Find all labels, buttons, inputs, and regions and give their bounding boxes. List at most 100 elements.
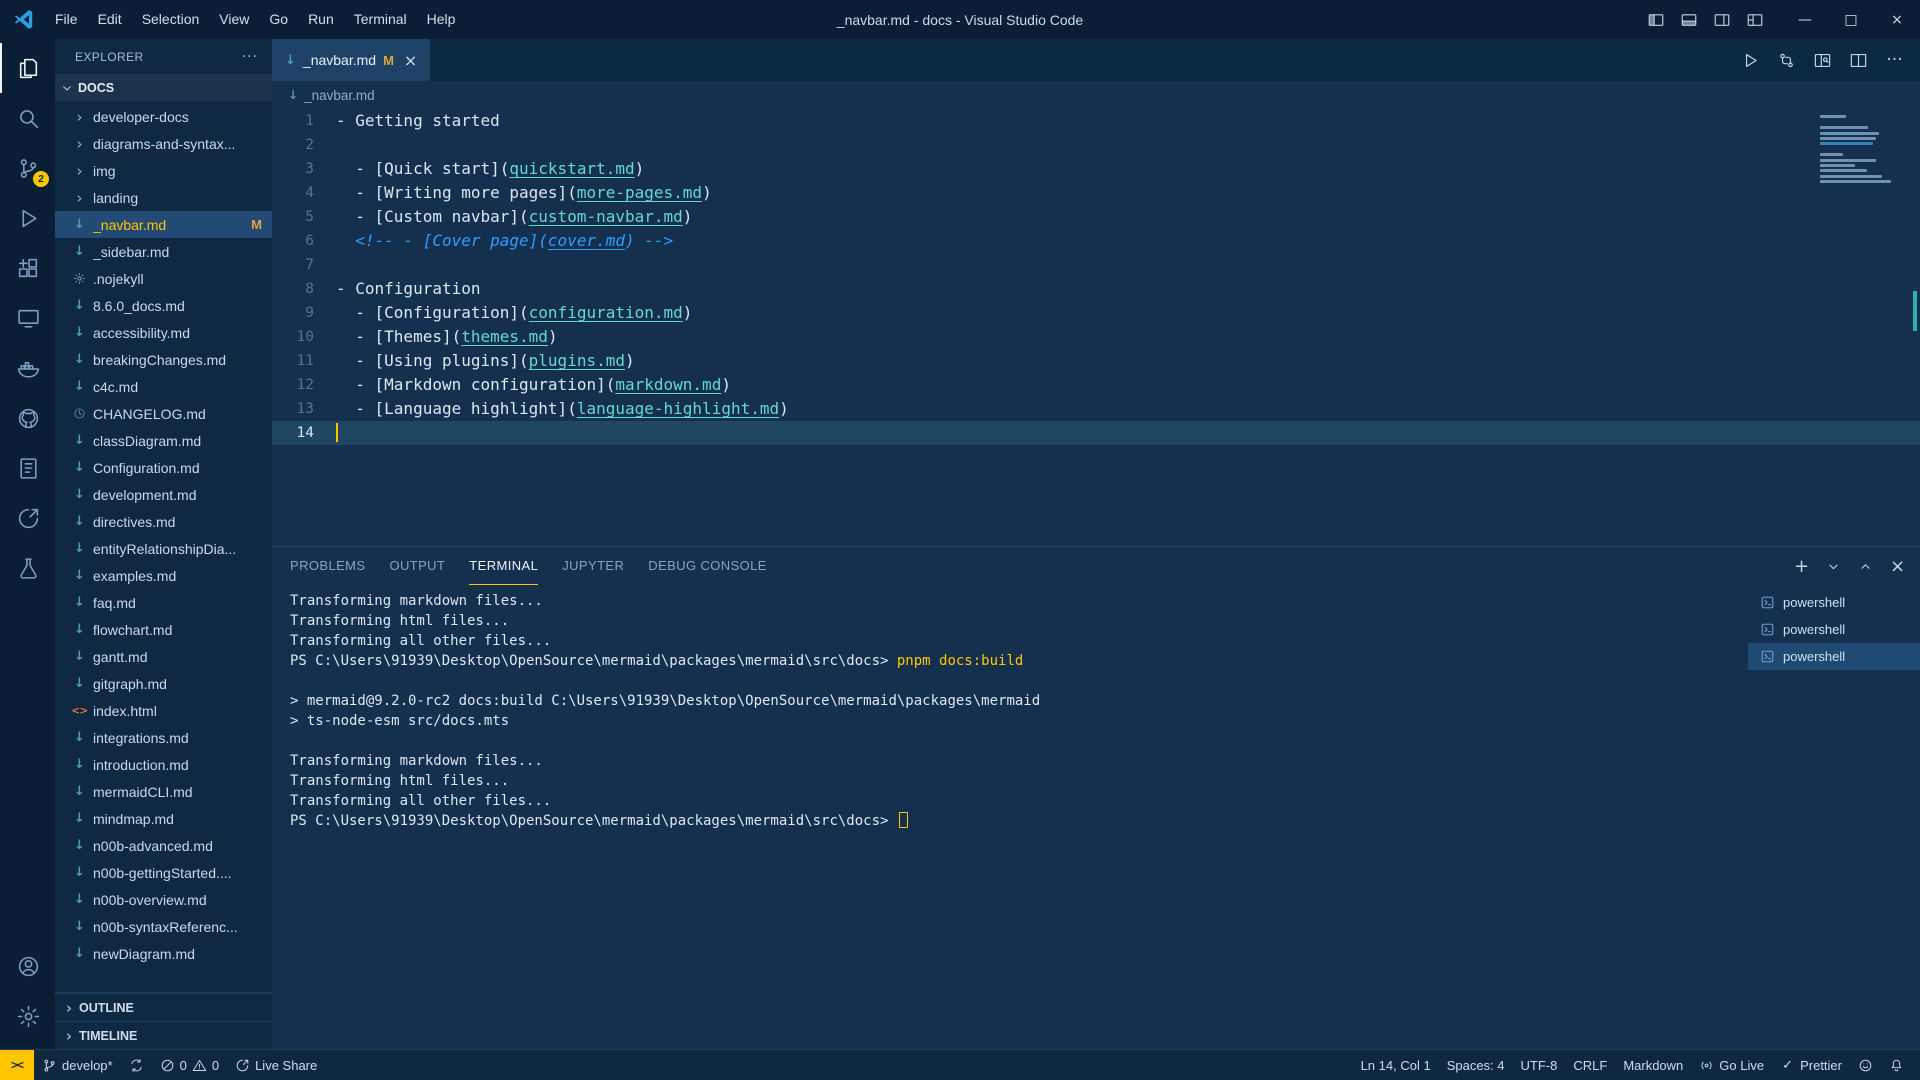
menu-edit[interactable]: Edit — [88, 0, 132, 39]
tree-item[interactable]: ↓ examples.md — [55, 562, 272, 589]
activity-source-control[interactable]: 2 — [0, 143, 55, 193]
activity-run-debug[interactable] — [0, 193, 55, 243]
split-editor-icon[interactable] — [1849, 51, 1868, 70]
activity-search[interactable] — [0, 93, 55, 143]
activity-github[interactable] — [0, 393, 55, 443]
close-icon[interactable]: × — [404, 51, 417, 70]
tree-item[interactable]: ↓ directives.md — [55, 508, 272, 535]
menu-terminal[interactable]: Terminal — [344, 0, 417, 39]
tree-item[interactable]: ↓ _navbar.md M — [55, 211, 272, 238]
tree-item[interactable]: › developer-docs — [55, 103, 272, 130]
tree-item[interactable]: ↓ development.md — [55, 481, 272, 508]
code-line[interactable]: 14 — [272, 421, 1920, 445]
encoding[interactable]: UTF-8 — [1513, 1050, 1566, 1080]
tree-item[interactable]: ↓ faq.md — [55, 589, 272, 616]
live-share-status[interactable]: Live Share — [227, 1050, 325, 1080]
feedback[interactable] — [1850, 1050, 1881, 1080]
eol[interactable]: CRLF — [1565, 1050, 1615, 1080]
panel-tab-debug-console[interactable]: DEBUG CONSOLE — [648, 547, 767, 585]
breadcrumb[interactable]: ↓ _navbar.md — [272, 81, 1920, 109]
remote-indicator[interactable]: >< — [0, 1050, 34, 1080]
tree-item[interactable]: ↓ n00b-gettingStarted.... — [55, 859, 272, 886]
more-actions-icon[interactable]: ··· — [1885, 50, 1904, 70]
terminal-instance[interactable]: powershell — [1748, 643, 1920, 670]
tree-item[interactable]: <> index.html — [55, 697, 272, 724]
tree-item[interactable]: ↓ n00b-overview.md — [55, 886, 272, 913]
maximize-panel-icon[interactable] — [1857, 558, 1874, 575]
menu-run[interactable]: Run — [298, 0, 344, 39]
maximize-button[interactable]: □ — [1828, 0, 1874, 39]
menu-go[interactable]: Go — [259, 0, 298, 39]
tree-item[interactable]: ↓ entityRelationshipDia... — [55, 535, 272, 562]
activity-notebook[interactable] — [0, 443, 55, 493]
code-line[interactable]: 1 - Getting started — [272, 109, 1920, 133]
more-actions-icon[interactable]: ··· — [242, 49, 258, 65]
git-compare-icon[interactable] — [1777, 51, 1796, 70]
notifications[interactable] — [1881, 1050, 1912, 1080]
tree-item[interactable]: ↓ Configuration.md — [55, 454, 272, 481]
section-docs[interactable]: DOCS — [55, 74, 272, 101]
tree-item[interactable]: ↓ introduction.md — [55, 751, 272, 778]
tree-item[interactable]: ↓ flowchart.md — [55, 616, 272, 643]
run-icon[interactable] — [1741, 51, 1760, 70]
indentation[interactable]: Spaces: 4 — [1439, 1050, 1513, 1080]
code-line[interactable]: 10 - [Themes](themes.md) — [272, 325, 1920, 349]
minimap[interactable] — [1820, 113, 1906, 191]
prettier-status[interactable]: ✓ Prettier — [1772, 1050, 1850, 1080]
tree-item[interactable]: ↓ n00b-syntaxReferenc... — [55, 913, 272, 940]
tree-item[interactable]: ↓ n00b-advanced.md — [55, 832, 272, 859]
code-line[interactable]: 7 — [272, 253, 1920, 277]
terminal-instance[interactable]: powershell — [1748, 616, 1920, 643]
tree-item[interactable]: › img — [55, 157, 272, 184]
menu-selection[interactable]: Selection — [132, 0, 210, 39]
activity-settings[interactable] — [0, 991, 55, 1041]
sync-status[interactable] — [121, 1050, 152, 1080]
editor[interactable]: 1 - Getting started 2 3 - [Quick start](qui… — [272, 109, 1920, 546]
tree-item[interactable]: › landing — [55, 184, 272, 211]
code-line[interactable]: 3 - [Quick start](quickstart.md) — [272, 157, 1920, 181]
problems-status[interactable]: 0 0 — [152, 1050, 227, 1080]
close-button[interactable]: × — [1874, 0, 1920, 39]
tree-item[interactable]: ↓ gantt.md — [55, 643, 272, 670]
panel-tab-jupyter[interactable]: JUPYTER — [562, 547, 624, 585]
activity-remote-explorer[interactable] — [0, 293, 55, 343]
section-outline[interactable]: › OUTLINE — [55, 993, 272, 1021]
layout-secondary-sidebar-icon[interactable] — [1713, 11, 1731, 29]
tree-item[interactable]: ↓ breakingChanges.md — [55, 346, 272, 373]
tree-item[interactable]: ↓ gitgraph.md — [55, 670, 272, 697]
layout-panel-icon[interactable] — [1680, 11, 1698, 29]
code-line[interactable]: 5 - [Custom navbar](custom-navbar.md) — [272, 205, 1920, 229]
cursor-position[interactable]: Ln 14, Col 1 — [1353, 1050, 1439, 1080]
tree-item[interactable]: ↓ newDiagram.md — [55, 940, 272, 967]
activity-live-share[interactable] — [0, 493, 55, 543]
code-line[interactable]: 6 <!-- - [Cover page](cover.md) --> — [272, 229, 1920, 253]
customize-layout-icon[interactable] — [1746, 11, 1764, 29]
minimize-button[interactable]: — — [1782, 0, 1828, 39]
activity-testing[interactable] — [0, 543, 55, 593]
code-line[interactable]: 12 - [Markdown configuration](markdown.m… — [272, 373, 1920, 397]
code-line[interactable]: 9 - [Configuration](configuration.md) — [272, 301, 1920, 325]
tab-navbar-md[interactable]: ↓ _navbar.md M × — [272, 39, 431, 81]
menu-file[interactable]: File — [45, 0, 88, 39]
menu-view[interactable]: View — [209, 0, 259, 39]
go-live[interactable]: Go Live — [1691, 1050, 1772, 1080]
terminal-output[interactable]: Transforming markdown files... Transformi… — [272, 585, 1748, 1049]
tree-item[interactable]: ↓ 8.6.0_docs.md — [55, 292, 272, 319]
close-panel-icon[interactable]: × — [1889, 557, 1906, 575]
language-mode[interactable]: Markdown — [1615, 1050, 1691, 1080]
activity-extensions[interactable] — [0, 243, 55, 293]
panel-tab-terminal[interactable]: TERMINAL — [469, 547, 539, 585]
code-line[interactable]: 2 — [272, 133, 1920, 157]
tree-item[interactable]: CHANGELOG.md — [55, 400, 272, 427]
branch-status[interactable]: develop* — [34, 1050, 121, 1080]
section-timeline[interactable]: › TIMELINE — [55, 1021, 272, 1049]
terminal-instance[interactable]: powershell — [1748, 589, 1920, 616]
activity-explorer[interactable] — [0, 43, 55, 93]
tree-item[interactable]: › diagrams-and-syntax... — [55, 130, 272, 157]
terminal-dropdown-icon[interactable] — [1825, 558, 1842, 575]
activity-account[interactable] — [0, 941, 55, 991]
code-line[interactable]: 4 - [Writing more pages](more-pages.md) — [272, 181, 1920, 205]
tree-item[interactable]: ↓ c4c.md — [55, 373, 272, 400]
panel-tab-problems[interactable]: PROBLEMS — [290, 547, 365, 585]
panel-tab-output[interactable]: OUTPUT — [389, 547, 445, 585]
